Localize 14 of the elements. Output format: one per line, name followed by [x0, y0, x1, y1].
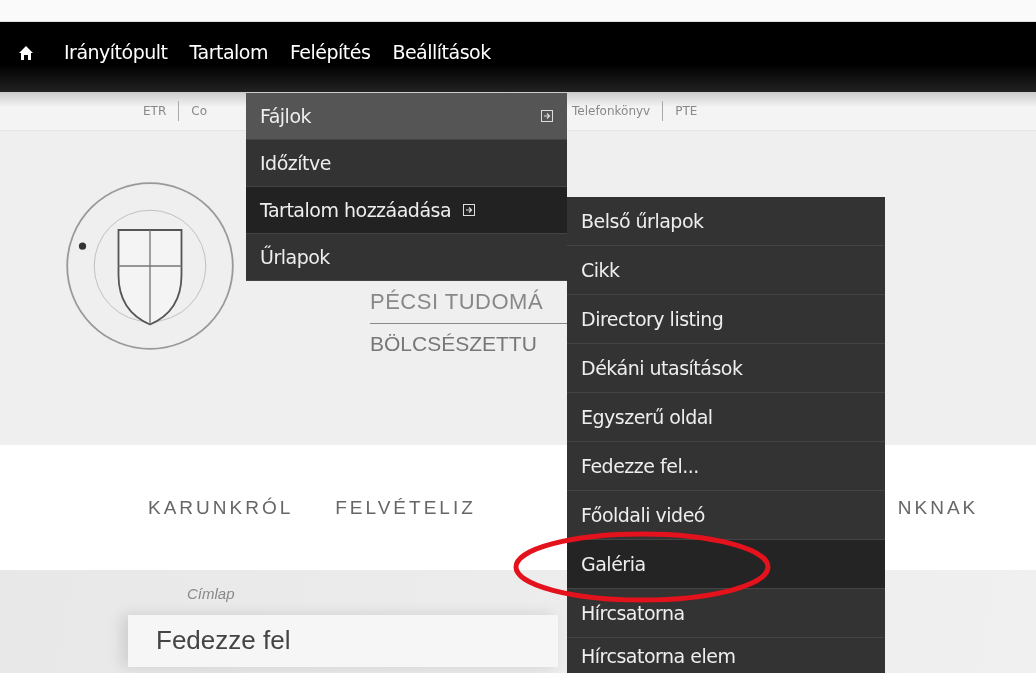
submenu-item[interactable]: Galéria	[567, 540, 885, 589]
toolbar-menu-item[interactable]: Felépítés	[289, 41, 371, 63]
faculty-name: BÖLCSÉSZETTU	[370, 332, 538, 356]
university-name: PÉCSI TUDOMÁ	[370, 289, 545, 315]
menu-item[interactable]: Tartalom hozzáadása	[246, 187, 567, 234]
menu-item[interactable]: Fájlok	[246, 93, 567, 140]
nav-link[interactable]: FELVÉTELIZ	[335, 496, 476, 519]
card-title: Fedezze fel	[156, 625, 291, 656]
nav-link[interactable]: NKNAK	[897, 496, 979, 519]
toolbar-menu-item[interactable]: Tartalom	[189, 41, 268, 63]
toolbar-menu-item[interactable]: Irányítópult	[64, 41, 168, 63]
nav-link[interactable]: KARUNKRÓL	[148, 496, 294, 519]
home-icon[interactable]	[18, 45, 34, 61]
toolbar-menu-item[interactable]: Beállítások	[392, 41, 491, 63]
